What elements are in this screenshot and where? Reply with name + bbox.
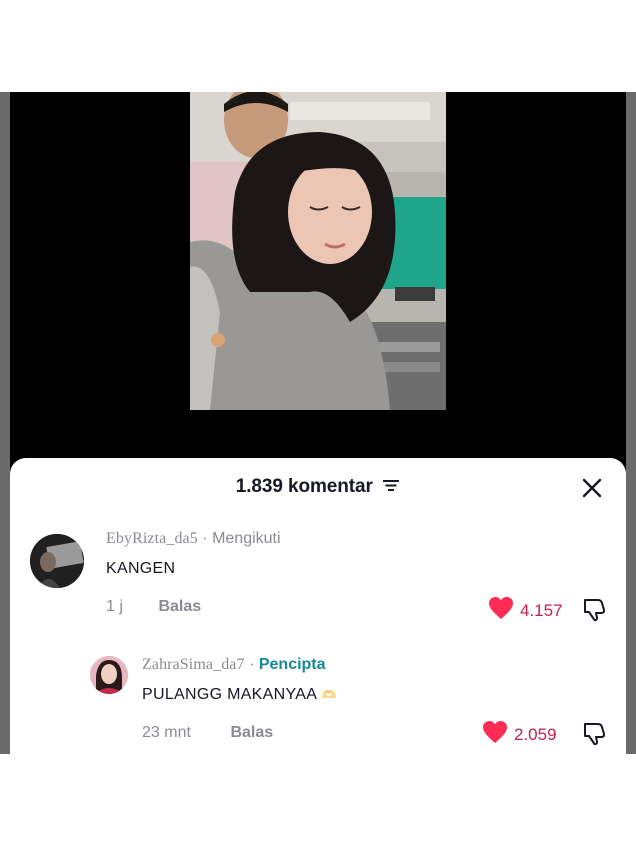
comment-username[interactable]: ZahraSima_da7 — [142, 656, 245, 673]
separator-dot: · — [249, 656, 255, 673]
comment-time: 1 j — [106, 598, 123, 615]
reply-comment-item: ZahraSima_da7 · Pencipta PULANGG MAKANYA… — [10, 648, 626, 754]
close-icon[interactable] — [580, 476, 604, 500]
video-photo — [190, 92, 446, 410]
thumbs-down-icon[interactable] — [582, 720, 608, 751]
creator-badge: Pencipta — [258, 656, 326, 673]
separator-dot: · — [202, 530, 208, 547]
comment-text: PULANGG MAKANYAA — [142, 686, 318, 703]
heart-hands-emoji: 🫶 — [321, 688, 337, 702]
follow-status: Mengikuti — [212, 530, 281, 547]
comments-header: 1.839 komentar — [10, 476, 626, 506]
comment-username[interactable]: EbyRizta_da5 — [106, 530, 198, 547]
comment-text: KANGEN — [106, 560, 176, 577]
avatar[interactable] — [30, 534, 84, 588]
thumbs-down-icon[interactable] — [582, 596, 608, 627]
like-button[interactable]: 4.157 — [488, 596, 563, 625]
like-count: 2.059 — [514, 724, 557, 744]
video-player[interactable]: 1.839 komentar EbyRizta_da5 · Mengikuti … — [10, 92, 626, 754]
filter-icon[interactable] — [382, 477, 400, 498]
like-button[interactable]: 2.059 — [482, 720, 557, 749]
heart-icon — [488, 596, 514, 625]
comment-count: 1.839 komentar — [235, 476, 373, 497]
reply-button[interactable]: Balas — [158, 598, 201, 615]
avatar[interactable] — [90, 656, 128, 694]
comment-time: 23 mnt — [142, 724, 191, 741]
reply-button[interactable]: Balas — [230, 724, 273, 741]
comments-sheet: 1.839 komentar EbyRizta_da5 · Mengikuti … — [10, 458, 626, 754]
video-edge-right — [626, 92, 636, 754]
comment-item: EbyRizta_da5 · Mengikuti KANGEN 1 j Bala… — [10, 524, 626, 634]
video-edge-left — [0, 92, 10, 754]
heart-icon — [482, 720, 508, 749]
like-count: 4.157 — [520, 600, 563, 620]
